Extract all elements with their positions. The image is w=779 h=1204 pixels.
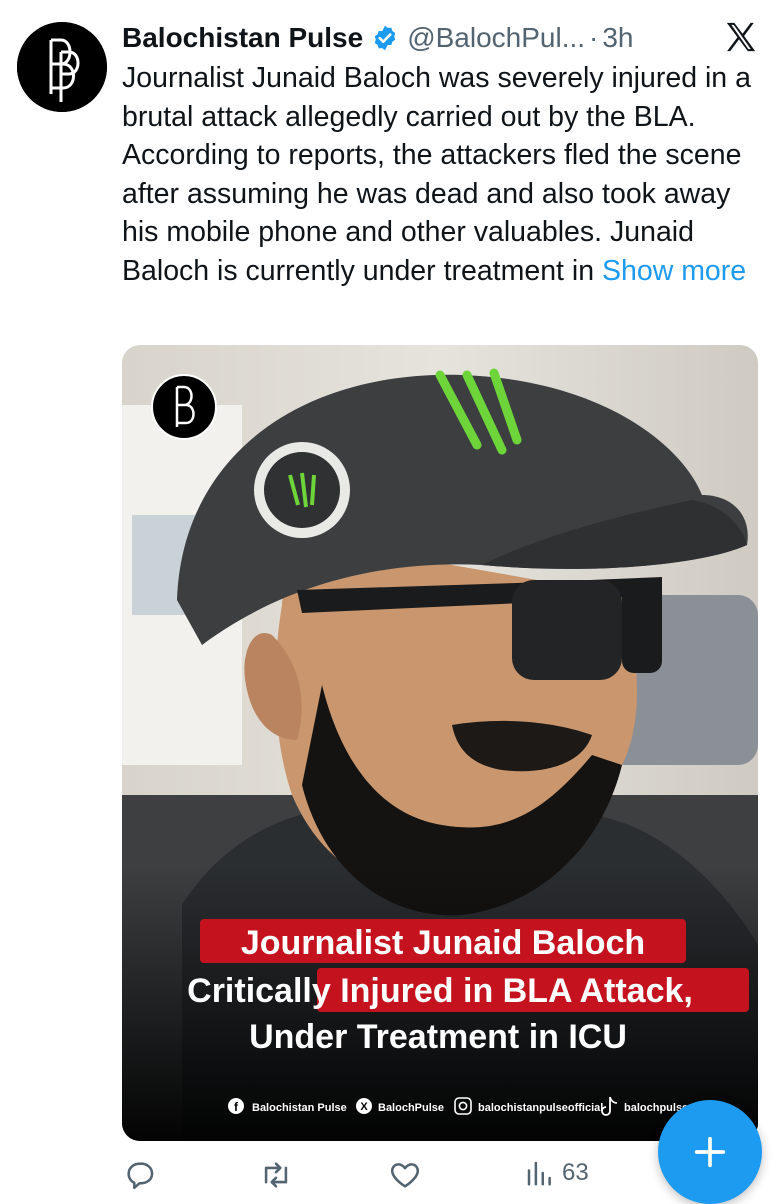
separator-dot: ·	[589, 22, 599, 53]
headline-line-2-a: Critically	[187, 972, 340, 1010]
compose-button[interactable]	[658, 1100, 762, 1204]
plus-icon	[694, 1136, 726, 1168]
media-graphic: Journalist Junaid Baloch Critically Inju…	[122, 345, 758, 1141]
retweet-button[interactable]	[258, 1158, 294, 1192]
headline-line-3: Under Treatment in ICU	[249, 1018, 627, 1056]
verified-badge-icon	[374, 25, 396, 51]
social-label-instagram: balochistanpulseofficial	[478, 1102, 603, 1114]
bp-logo-icon	[17, 22, 107, 112]
facebook-icon: f	[228, 1098, 244, 1114]
x-icon: X	[356, 1098, 372, 1114]
account-handle[interactable]: @BalochPul...	[407, 22, 585, 54]
glasses-lens	[512, 580, 622, 680]
tweet-body: Journalist Junaid Baloch was severely in…	[122, 62, 751, 287]
heart-icon	[390, 1163, 420, 1188]
tweet-media-image[interactable]: Journalist Junaid Baloch Critically Inju…	[122, 345, 758, 1141]
reply-button[interactable]	[123, 1158, 157, 1192]
views-icon	[527, 1161, 551, 1186]
headline-line-2-b: Injured in BLA Attack,	[340, 972, 693, 1010]
account-name[interactable]: Balochistan Pulse	[122, 22, 363, 54]
watermark-logo-icon	[151, 374, 217, 440]
reply-icon	[127, 1162, 154, 1190]
social-label-x: BalochPulse	[378, 1102, 444, 1114]
social-label-facebook: Balochistan Pulse	[252, 1102, 347, 1114]
tweet-timestamp[interactable]: 3h	[602, 22, 633, 54]
views-count: 63	[562, 1159, 589, 1186]
views-button[interactable]: 63	[524, 1158, 589, 1188]
headline-line-2: Critically Injured in BLA Attack,	[187, 972, 693, 1010]
x-logo-icon	[726, 22, 756, 52]
tweet-header: Balochistan Pulse @BalochPul... · 3h	[122, 18, 634, 58]
tweet-text: Journalist Junaid Baloch was severely in…	[122, 59, 762, 291]
avatar[interactable]	[17, 22, 107, 112]
show-more-link[interactable]: Show more	[602, 255, 746, 287]
svg-text:X: X	[360, 1101, 368, 1113]
retweet-icon	[264, 1162, 288, 1188]
like-button[interactable]	[388, 1158, 422, 1192]
headline-line-1: Journalist Junaid Baloch	[241, 924, 645, 962]
